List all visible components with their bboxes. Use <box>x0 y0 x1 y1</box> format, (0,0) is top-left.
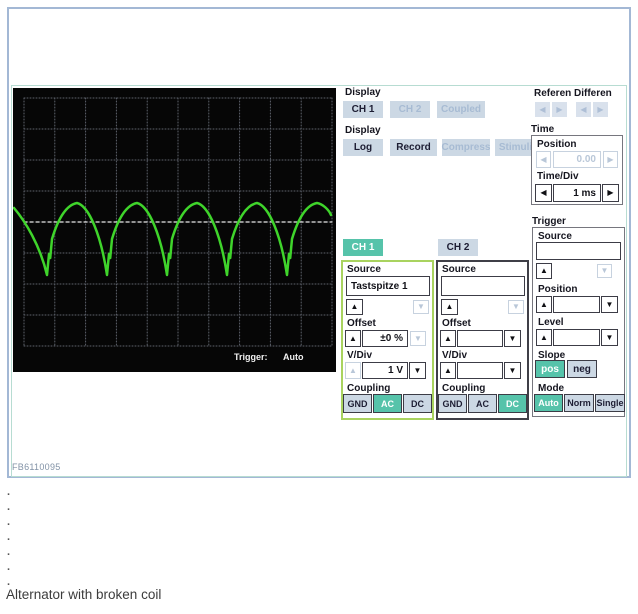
ch1-offset-label: Offset <box>347 318 376 329</box>
ch2-offset-field[interactable] <box>457 330 503 347</box>
ch2-offset-up-button[interactable]: ▲ <box>440 330 456 347</box>
trigger-position-label: Position <box>538 284 578 295</box>
trigger-source-down-button: ▼ <box>597 264 612 278</box>
difference-left-icon: ◀ <box>576 102 591 117</box>
compress-button: Compress <box>442 139 490 156</box>
timediv-right-button[interactable]: ▶ <box>602 184 619 202</box>
display-ch2-button: CH 2 <box>390 101 430 118</box>
timediv-label: Time/Div <box>537 171 579 182</box>
trigger-mode-label: Mode <box>538 383 565 394</box>
ch2-source-down-button: ▼ <box>508 300 524 314</box>
ch1-offset-up-button[interactable]: ▲ <box>345 330 361 347</box>
ch1-coupling-label: Coupling <box>347 383 391 394</box>
mode-single-button[interactable]: Single <box>595 394 625 412</box>
trigger-level-field[interactable] <box>553 329 600 346</box>
ch2-gnd-button[interactable]: GND <box>438 394 467 413</box>
ch1-vdiv-down-button[interactable]: ▼ <box>409 362 426 379</box>
ch2-vdiv-down-button[interactable]: ▼ <box>504 362 521 379</box>
time-position-field: 0.00 <box>553 151 601 168</box>
ch1-gnd-button[interactable]: GND <box>343 394 372 413</box>
ch2-vdiv-label: V/Div <box>442 350 468 361</box>
figure-id: FB6110095 <box>12 462 61 472</box>
display-modes-label: Display <box>345 125 381 136</box>
trigger-status-value: Auto <box>283 352 304 362</box>
ch1-offset-down-button: ▼ <box>410 331 426 346</box>
waveform-canvas <box>13 97 333 347</box>
slope-neg-button[interactable]: neg <box>567 360 597 378</box>
trigger-level-down-button[interactable]: ▼ <box>601 329 618 346</box>
ch1-ac-button[interactable]: AC <box>373 394 402 413</box>
reference-right-icon: ▶ <box>552 102 567 117</box>
trigger-label: Trigger <box>532 216 566 227</box>
time-position-left-button: ◀ <box>536 151 551 168</box>
trigger-status-label: Trigger: <box>234 352 268 362</box>
ch2-coupling-label: Coupling <box>442 383 486 394</box>
display-coupled-button: Coupled <box>437 101 485 118</box>
ch2-source-label: Source <box>442 264 476 275</box>
slope-pos-button[interactable]: pos <box>535 360 565 378</box>
ch2-vdiv-field[interactable] <box>457 362 503 379</box>
trigger-source-label: Source <box>538 231 572 242</box>
stimuli-button: Stimuli <box>495 139 536 156</box>
caption: Alternator with broken coil <box>6 587 162 602</box>
trigger-position-up-button[interactable]: ▲ <box>536 296 552 313</box>
ch1-tab[interactable]: CH 1 <box>343 239 383 256</box>
ch1-vdiv-field[interactable]: 1 V <box>362 362 408 379</box>
reference-left-icon: ◀ <box>535 102 550 117</box>
page: Trigger: Auto Display CH 1 CH 2 Coupled … <box>0 0 638 614</box>
ch1-source-label: Source <box>347 264 381 275</box>
trigger-source-up-button[interactable]: ▲ <box>536 263 552 279</box>
difference-right-icon: ▶ <box>593 102 608 117</box>
trigger-source-field[interactable] <box>536 242 621 260</box>
difference-label: Differen <box>574 88 612 99</box>
mode-norm-button[interactable]: Norm <box>564 394 594 412</box>
trigger-level-up-button[interactable]: ▲ <box>536 329 552 346</box>
ch2-offset-label: Offset <box>442 318 471 329</box>
ch1-dc-button[interactable]: DC <box>403 394 432 413</box>
ch1-source-down-button: ▼ <box>413 300 429 314</box>
time-position-label: Position <box>537 139 577 150</box>
ch2-source-up-button[interactable]: ▲ <box>441 299 458 315</box>
ch2-tab[interactable]: CH 2 <box>438 239 478 256</box>
dots-column: ....... <box>7 486 11 588</box>
time-position-right-button: ▶ <box>603 151 618 168</box>
timediv-field[interactable]: 1 ms <box>553 184 601 202</box>
ch2-source-field[interactable] <box>441 276 525 296</box>
reference-label: Referen <box>534 88 572 99</box>
log-button[interactable]: Log <box>343 139 383 156</box>
mode-auto-button[interactable]: Auto <box>534 394 563 412</box>
trigger-level-label: Level <box>538 317 564 328</box>
trigger-position-down-button[interactable]: ▼ <box>601 296 618 313</box>
record-button[interactable]: Record <box>390 139 437 156</box>
trigger-position-field[interactable] <box>553 296 600 313</box>
ch1-vdiv-label: V/Div <box>347 350 373 361</box>
ch2-vdiv-up-button[interactable]: ▲ <box>440 362 456 379</box>
ch1-vdiv-up-button: ▲ <box>345 362 361 379</box>
ch2-dc-button[interactable]: DC <box>498 394 527 413</box>
display-channels-label: Display <box>345 87 381 98</box>
display-ch1-button[interactable]: CH 1 <box>343 101 383 118</box>
ch1-source-field[interactable]: Tastspitze 1 <box>346 276 430 296</box>
time-label: Time <box>531 124 555 135</box>
ch2-ac-button[interactable]: AC <box>468 394 497 413</box>
timediv-left-button[interactable]: ◀ <box>535 184 552 202</box>
oscilloscope-display: Trigger: Auto <box>13 88 336 372</box>
ch1-source-up-button[interactable]: ▲ <box>346 299 363 315</box>
ch1-offset-field[interactable]: ±0 % <box>362 330 408 347</box>
ch2-offset-down-button[interactable]: ▼ <box>504 330 521 347</box>
